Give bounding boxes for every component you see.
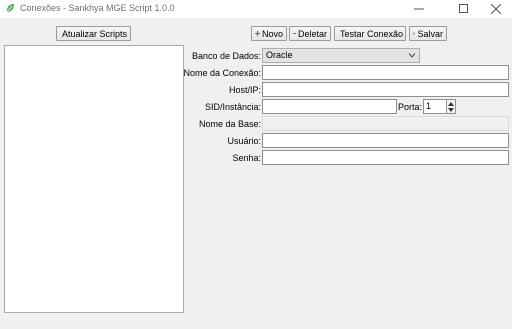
database-select[interactable]: Oracle <box>262 48 420 63</box>
scripts-list[interactable] <box>4 45 184 313</box>
save-button[interactable]: Salvar <box>409 26 447 41</box>
minus-icon <box>293 33 296 34</box>
arrow-up-icon <box>448 102 454 106</box>
app-leaf-icon <box>6 4 14 13</box>
minimize-icon <box>414 8 424 10</box>
chevron-down-icon <box>409 53 415 58</box>
port-decrement-button[interactable] <box>447 107 455 113</box>
user-input[interactable] <box>262 133 509 148</box>
refresh-scripts-label: Atualizar Scripts <box>62 28 128 39</box>
app-window: Conexões - Sankhya MGE Script 1.0.0 Atua… <box>0 0 512 329</box>
save-label: Salvar <box>417 28 443 39</box>
db-label: Banco de Dados: <box>191 51 261 61</box>
delete-label: Deletar <box>297 28 327 39</box>
password-input[interactable] <box>262 150 509 165</box>
host-label: Host/IP: <box>228 85 261 95</box>
refresh-scripts-button[interactable]: Atualizar Scripts <box>56 26 131 41</box>
base-name-input <box>262 116 509 131</box>
minimize-button[interactable] <box>403 0 435 18</box>
arrow-down-icon <box>448 108 454 112</box>
delete-button[interactable]: Deletar <box>289 26 331 41</box>
port-stepper[interactable] <box>446 99 456 114</box>
connection-name-input[interactable] <box>262 65 509 80</box>
save-icon <box>413 32 416 35</box>
new-label: Novo <box>261 28 283 39</box>
new-button[interactable]: Novo <box>251 26 287 41</box>
base-name-label: Nome da Base: <box>198 119 261 129</box>
title-bar: Conexões - Sankhya MGE Script 1.0.0 <box>0 0 512 18</box>
test-connection-label: Testar Conexão <box>340 28 404 39</box>
user-label: Usuário: <box>227 136 261 146</box>
plus-icon <box>255 31 260 36</box>
maximize-button[interactable] <box>448 0 480 18</box>
close-icon <box>491 4 501 14</box>
window-title: Conexões - Sankhya MGE Script 1.0.0 <box>20 3 175 13</box>
host-input[interactable] <box>262 82 509 97</box>
maximize-icon <box>459 4 468 13</box>
close-button[interactable] <box>480 0 512 18</box>
password-label: Senha: <box>232 153 261 163</box>
database-select-value: Oracle <box>266 50 293 60</box>
port-label: Porta: <box>398 102 423 112</box>
connection-name-label: Nome da Conexão: <box>183 68 261 78</box>
sid-input[interactable] <box>262 99 397 114</box>
sid-label: SID/Instância: <box>204 102 261 112</box>
port-input[interactable]: 1 <box>423 99 447 114</box>
test-connection-button[interactable]: Testar Conexão <box>334 26 406 41</box>
